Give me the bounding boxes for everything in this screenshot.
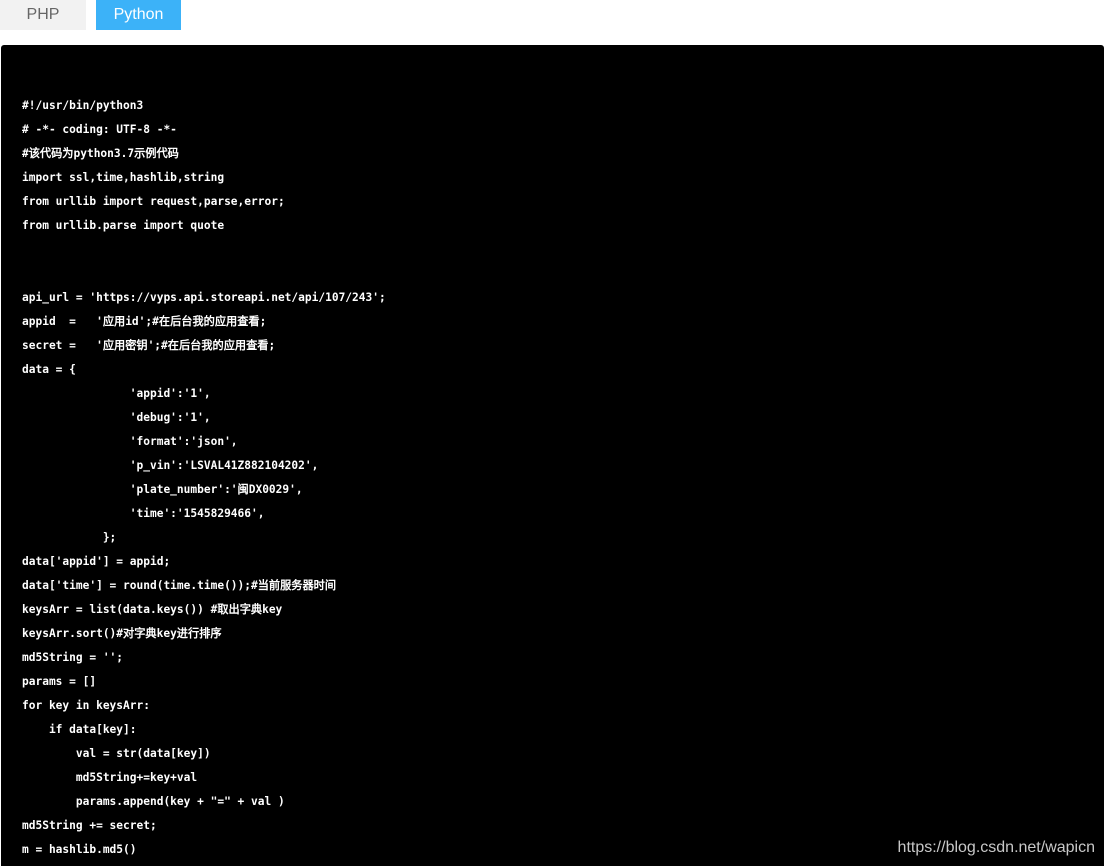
code-line: md5String+=key+val [22, 771, 198, 784]
code-line: if data[key]: [22, 723, 137, 736]
code-content: #!/usr/bin/python3 # -*- coding: UTF-8 -… [22, 94, 386, 862]
code-line: }; [22, 531, 117, 544]
code-line: appid = '应用id';#在后台我的应用查看; [22, 315, 267, 328]
code-line: md5String = ''; [22, 651, 124, 664]
code-line: 'debug':'1', [22, 411, 211, 424]
watermark: https://blog.csdn.net/wapicn [897, 839, 1095, 856]
code-line: params = [] [22, 675, 97, 688]
code-line: 'plate_number':'闽DX0029', [22, 483, 303, 496]
code-line: from urllib import request,parse,error; [22, 195, 285, 208]
code-line: #该代码为python3.7示例代码 [22, 147, 179, 160]
code-line: 'format':'json', [22, 435, 238, 448]
code-line: import ssl,time,hashlib,string [22, 171, 225, 184]
code-line: from urllib.parse import quote [22, 219, 225, 232]
tab-php[interactable]: PHP [0, 0, 86, 30]
code-line: 'time':'1545829466', [22, 507, 265, 520]
code-line: params.append(key + "=" + val ) [22, 795, 285, 808]
code-line: for key in keysArr: [22, 699, 150, 712]
code-line: m = hashlib.md5() [22, 843, 137, 856]
code-line: md5String += secret; [22, 819, 157, 832]
code-line: data['appid'] = appid; [22, 555, 171, 568]
code-block: #!/usr/bin/python3 # -*- coding: UTF-8 -… [1, 45, 1104, 866]
language-tabs: PHP Python [0, 0, 181, 30]
code-line: val = str(data[key]) [22, 747, 211, 760]
code-line: 'appid':'1', [22, 387, 211, 400]
code-line: secret = '应用密钥';#在后台我的应用查看; [22, 339, 276, 352]
code-line: api_url = 'https://vyps.api.storeapi.net… [22, 291, 386, 304]
code-line: #!/usr/bin/python3 [22, 99, 144, 112]
code-line: data['time'] = round(time.time());#当前服务器… [22, 579, 337, 592]
code-line: data = { [22, 363, 76, 376]
code-line: 'p_vin':'LSVAL41Z882104202', [22, 459, 319, 472]
code-line: # -*- coding: UTF-8 -*- [22, 123, 177, 136]
code-line: keysArr.sort()#对字典key进行排序 [22, 627, 222, 640]
tab-python[interactable]: Python [96, 0, 181, 30]
code-line: keysArr = list(data.keys()) #取出字典key [22, 603, 283, 616]
